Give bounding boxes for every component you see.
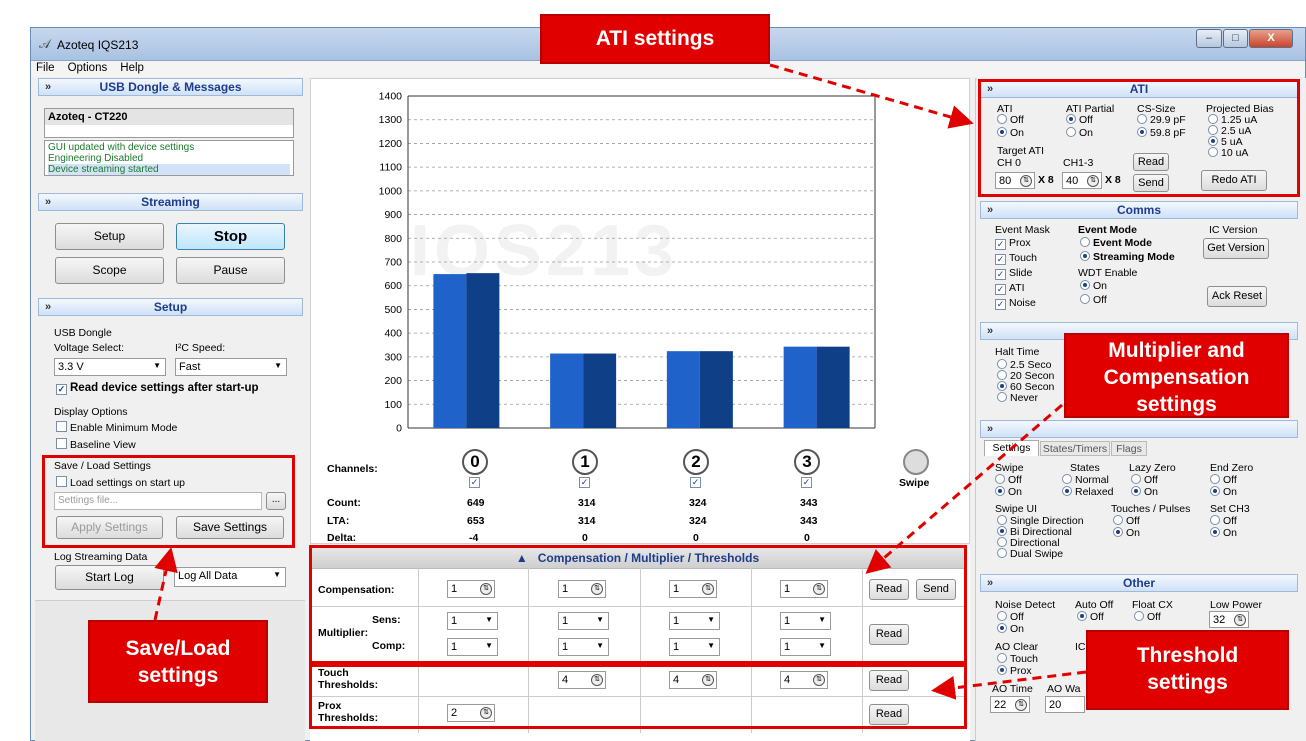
mult-comp-callout: Multiplier and Compensation settings (1064, 333, 1289, 418)
ati-callout: ATI settings (540, 14, 770, 64)
save-load-callout: Save/Load settings (88, 620, 268, 703)
threshold-callout: Threshold settings (1086, 630, 1289, 710)
